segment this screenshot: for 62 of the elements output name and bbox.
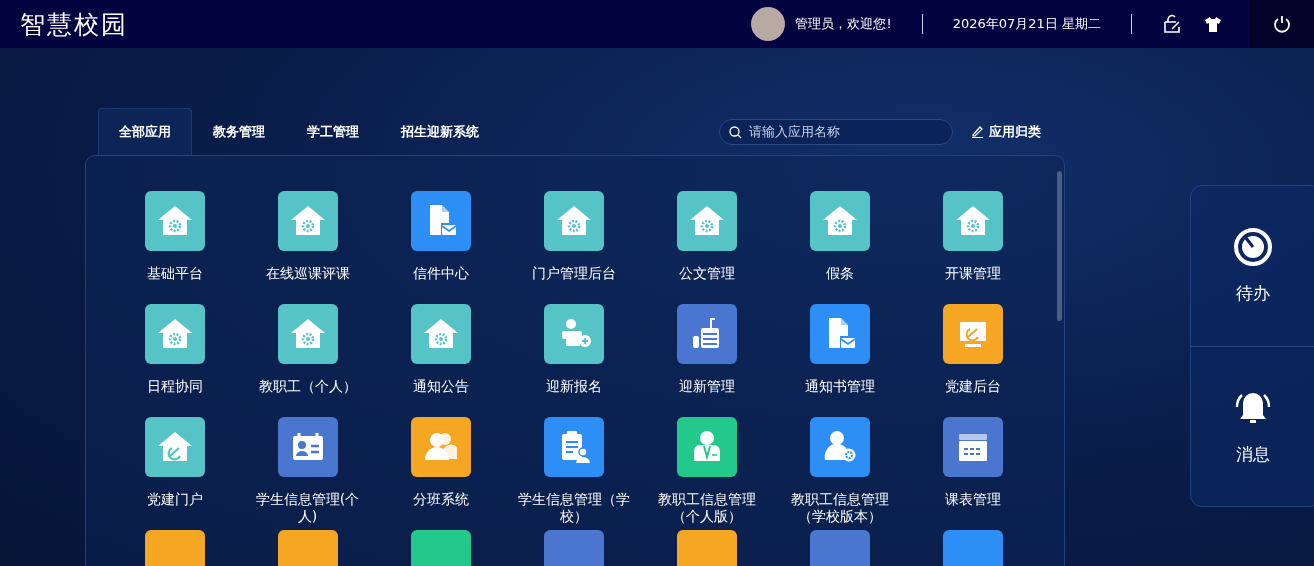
- app-label[interactable]: 信件中心: [383, 265, 498, 282]
- app-tile[interactable]: [543, 191, 604, 251]
- app-label[interactable]: 教职工信息管理（学校版本）: [782, 491, 897, 525]
- app-title: 智慧校园: [20, 8, 129, 41]
- search-icon: [729, 125, 742, 139]
- tab[interactable]: 招生迎新系统: [380, 108, 500, 155]
- app-label[interactable]: 教职工信息管理（个人版）: [649, 491, 764, 525]
- tab[interactable]: 教务管理: [192, 108, 286, 155]
- app-label[interactable]: 党建门户: [117, 491, 232, 508]
- side-panel-button[interactable]: 待办: [1191, 186, 1314, 346]
- app-label[interactable]: 通知公告: [383, 378, 498, 395]
- app-tile[interactable]: [277, 191, 338, 251]
- app-tile[interactable]: [410, 304, 471, 364]
- app-label[interactable]: 党建后台: [915, 378, 1030, 395]
- app-label[interactable]: 学生信息管理(个人): [250, 491, 365, 525]
- app-label[interactable]: 学生信息管理（学校）: [516, 491, 631, 525]
- app-tile[interactable]: [543, 417, 604, 477]
- app-tile[interactable]: [809, 417, 870, 477]
- app-tile[interactable]: [277, 304, 338, 364]
- app-tile[interactable]: [543, 304, 604, 364]
- app-label[interactable]: 门户管理后台: [516, 265, 631, 282]
- date-text: 2026年07月21日 星期二: [952, 15, 1101, 33]
- app-label[interactable]: 教职工（个人）: [250, 378, 365, 395]
- app-tile[interactable]: [942, 191, 1003, 251]
- side-panel-button[interactable]: 消息: [1191, 345, 1314, 506]
- app-label[interactable]: 日程协同: [117, 378, 232, 395]
- app-label[interactable]: 假条: [782, 265, 897, 282]
- app-label[interactable]: 迎新管理: [649, 378, 764, 395]
- app-tile[interactable]: [144, 191, 205, 251]
- timer-icon: [1232, 226, 1274, 269]
- app-tile[interactable]: [410, 417, 471, 477]
- app-label[interactable]: 通知书管理: [782, 378, 897, 395]
- power-button[interactable]: [1250, 0, 1314, 48]
- tab[interactable]: 学工管理: [286, 108, 380, 155]
- app-label[interactable]: 课表管理: [915, 491, 1030, 508]
- app-tile[interactable]: [277, 417, 338, 477]
- avatar[interactable]: [751, 7, 786, 41]
- app-tile[interactable]: [942, 417, 1003, 477]
- app-tile[interactable]: [676, 304, 737, 364]
- app-label[interactable]: 在线巡课评课: [250, 265, 365, 282]
- app-label[interactable]: 迎新报名: [516, 378, 631, 395]
- search-field[interactable]: 请输入应用名称: [719, 118, 953, 145]
- app-label[interactable]: 公文管理: [649, 265, 764, 282]
- app-tile[interactable]: [410, 191, 471, 251]
- app-label[interactable]: 分班系统: [383, 491, 498, 508]
- app-tile[interactable]: [809, 191, 870, 251]
- app-tile[interactable]: [144, 417, 205, 477]
- app-tile[interactable]: [809, 304, 870, 364]
- app-tile[interactable]: [676, 417, 737, 477]
- shirt-icon[interactable]: [1204, 15, 1222, 33]
- classify-button[interactable]: 应用归类: [965, 121, 1047, 142]
- app-tile[interactable]: [144, 304, 205, 364]
- welcome-text: 管理员，欢迎您!: [795, 15, 892, 33]
- pencil-icon: [971, 125, 984, 138]
- power-icon: [1272, 14, 1292, 34]
- edit-bag-icon[interactable]: [1162, 14, 1182, 34]
- app-tile[interactable]: [942, 304, 1003, 364]
- tab[interactable]: 全部应用: [98, 108, 192, 155]
- app-label[interactable]: 开课管理: [915, 265, 1030, 282]
- app-label[interactable]: 基础平台: [117, 265, 232, 282]
- scrollbar-thumb[interactable]: [1057, 171, 1062, 321]
- app-tile[interactable]: [676, 191, 737, 251]
